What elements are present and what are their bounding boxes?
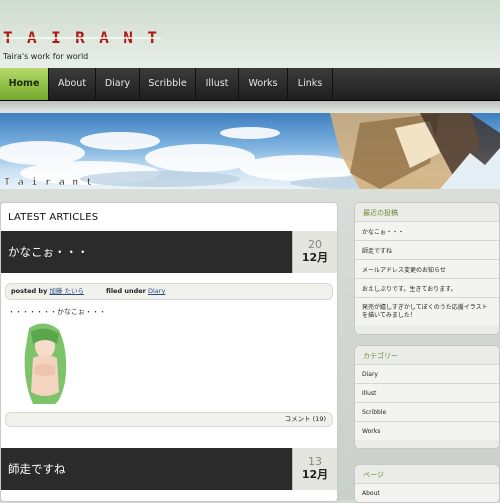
main-nav: Home About Diary Scribble Illust Works L… — [0, 68, 500, 101]
nav-diary[interactable]: Diary — [96, 68, 140, 100]
post-title-link[interactable]: かなこぉ・・・ — [8, 244, 89, 260]
banner-logo-text: Tairant — [4, 176, 92, 186]
post-date: 20 12月 — [292, 231, 337, 273]
recent-post-link[interactable]: かなこぉ・・・ — [355, 221, 499, 240]
comments-link[interactable]: コメント (19) — [285, 413, 326, 426]
category-link-works[interactable]: Works — [355, 421, 499, 440]
nav-illust[interactable]: Illust — [196, 68, 239, 100]
post-day: 20 — [308, 238, 322, 251]
post-month: 12月 — [301, 251, 329, 264]
pages-widget: ページ About — [354, 464, 500, 503]
site-tagline: Taira's work for world — [3, 52, 89, 61]
nav-shadow — [0, 101, 500, 113]
nav-works[interactable]: Works — [239, 68, 288, 100]
post-meta: posted by 加藤 たいら filed under Diary — [5, 283, 333, 300]
main-content: LATEST ARTICLES かなこぉ・・・ 20 12月 posted by… — [0, 202, 338, 502]
recent-post-link[interactable]: おえしぶりです。生きております。 — [355, 278, 499, 297]
site-header: TAIRANT Taira's work for world — [0, 0, 500, 68]
category-link-illust[interactable]: Illust — [355, 383, 499, 402]
widget-title: ページ — [363, 471, 384, 479]
section-title: LATEST ARTICLES — [8, 212, 99, 223]
category-link-scribble[interactable]: Scribble — [355, 402, 499, 421]
post-date: 13 12月 — [292, 448, 337, 490]
nav-about[interactable]: About — [49, 68, 96, 100]
categories-widget: カテゴリー Diary Illust Scribble Works — [354, 345, 500, 449]
recent-posts-widget: 最近の投稿 かなこぉ・・・ 師走ですね メールアドレス変更のお知らせ おえしぶり… — [354, 202, 500, 335]
nav-home[interactable]: Home — [0, 68, 49, 100]
category-link-diary[interactable]: Diary — [355, 364, 499, 383]
nav-links[interactable]: Links — [288, 68, 333, 100]
comment-bar: コメント (19) — [5, 412, 333, 427]
author-link[interactable]: 加藤 たいら — [49, 287, 84, 295]
post-header: 師走ですね 13 12月 — [1, 448, 337, 490]
post-header: かなこぉ・・・ 20 12月 — [1, 231, 337, 273]
posted-by-label: posted by — [11, 287, 48, 295]
widget-title: 最近の投稿 — [363, 209, 398, 217]
site-logo[interactable]: TAIRANT — [3, 30, 163, 46]
recent-post-link[interactable]: 発売が嬉しすぎかしてぼくのうた応援イラストを描いてみました！ — [355, 297, 499, 326]
category-link[interactable]: Diary — [148, 287, 165, 295]
post-title-link[interactable]: 師走ですね — [8, 461, 66, 477]
post-day: 13 — [308, 455, 322, 468]
widget-title: カテゴリー — [363, 352, 398, 360]
page-link-about[interactable]: About — [355, 483, 499, 502]
filed-under-label: filed under — [106, 287, 146, 295]
post-illustration-image[interactable] — [19, 322, 75, 404]
recent-post-link[interactable]: メールアドレス変更のお知らせ — [355, 259, 499, 278]
post-excerpt: ・・・・・・・かなこぉ・・・ — [8, 308, 106, 316]
recent-post-link[interactable]: 師走ですね — [355, 240, 499, 259]
post-month: 12月 — [301, 468, 329, 481]
nav-scribble[interactable]: Scribble — [140, 68, 196, 100]
banner-logo: Tairant — [4, 176, 92, 186]
